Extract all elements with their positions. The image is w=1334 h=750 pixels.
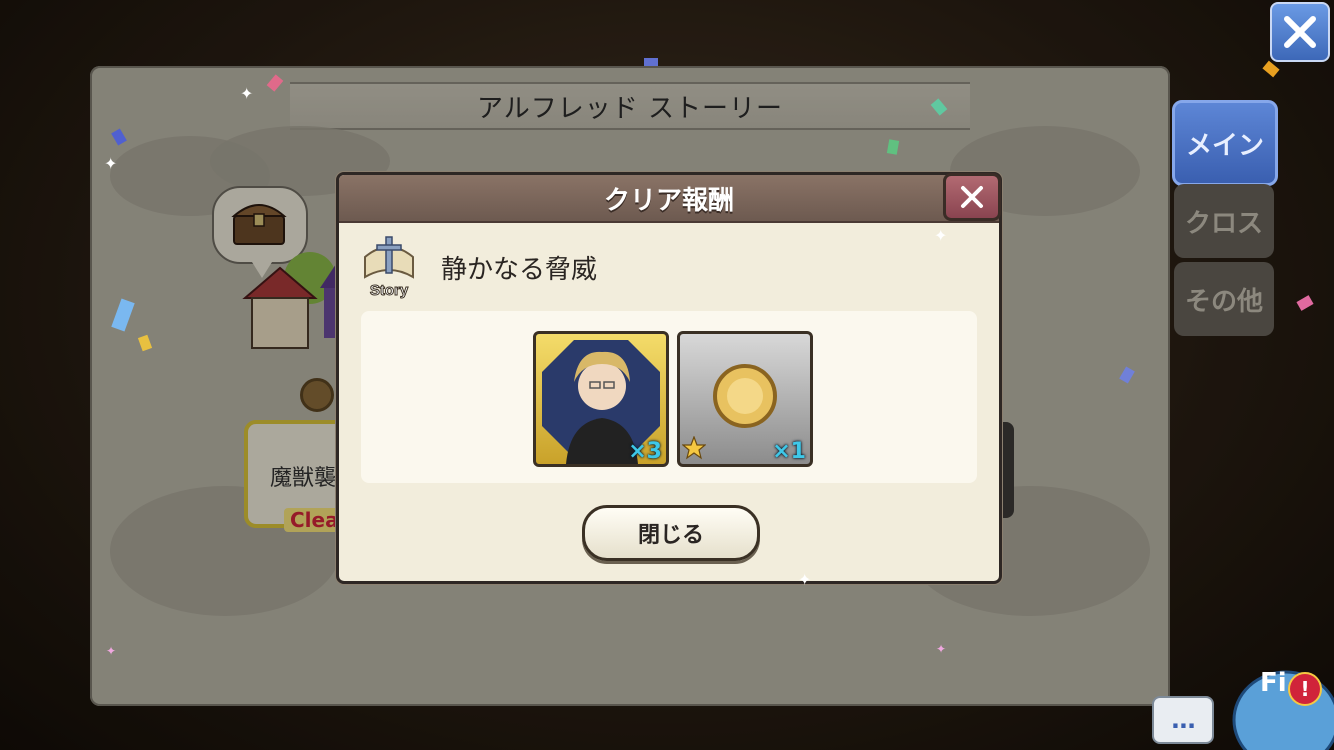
- tab-other-label: その他: [1184, 286, 1263, 317]
- reward-character-item[interactable]: ×3: [533, 331, 669, 467]
- close-story-button[interactable]: [1270, 2, 1330, 62]
- tab-main-label: メイン: [1185, 130, 1264, 161]
- quest-name: 静かなる脅威: [441, 255, 598, 285]
- sparkle-decoration: ✦: [934, 226, 948, 245]
- reward-area: [361, 311, 977, 483]
- chat-dots-icon: ...: [1170, 706, 1196, 734]
- chat-button[interactable]: ...: [1152, 696, 1214, 744]
- reward-quantity: ×3: [628, 439, 662, 464]
- confetti-decoration: [644, 58, 658, 66]
- dialog-header: クリア報酬: [339, 175, 999, 223]
- tab-other[interactable]: その他: [1174, 262, 1274, 336]
- dialog-title: クリア報酬: [603, 185, 734, 216]
- field-button-label: Fi: [1260, 668, 1287, 698]
- sparkle-decoration: ✦: [936, 642, 947, 656]
- reward-quantity: ×1: [772, 439, 806, 464]
- close-icon: [961, 186, 983, 208]
- sparkle-decoration: ✦: [106, 644, 117, 658]
- story-badge-icon: Story: [364, 236, 414, 299]
- close-icon: [1284, 16, 1316, 48]
- close-button[interactable]: 閉じる: [582, 505, 760, 561]
- sparkle-decoration: ✦: [104, 154, 118, 173]
- close-button-label: 閉じる: [637, 523, 704, 548]
- tab-cross-label: クロス: [1184, 208, 1263, 239]
- sparkle-decoration: ✦: [798, 570, 812, 589]
- star-icon: [682, 436, 706, 460]
- tab-cross[interactable]: クロス: [1174, 184, 1274, 258]
- clear-reward-dialog: クリア報酬 Story 静かなる脅威 ×3 ×1 閉じる: [336, 172, 1002, 584]
- tab-main[interactable]: メイン: [1172, 100, 1278, 186]
- reward-coin-item[interactable]: ×1: [677, 331, 813, 467]
- sparkle-decoration: ✦: [240, 84, 254, 103]
- story-badge-label: Story: [370, 282, 409, 299]
- dialog-close-button[interactable]: [943, 173, 1001, 221]
- alert-badge: !: [1288, 672, 1322, 706]
